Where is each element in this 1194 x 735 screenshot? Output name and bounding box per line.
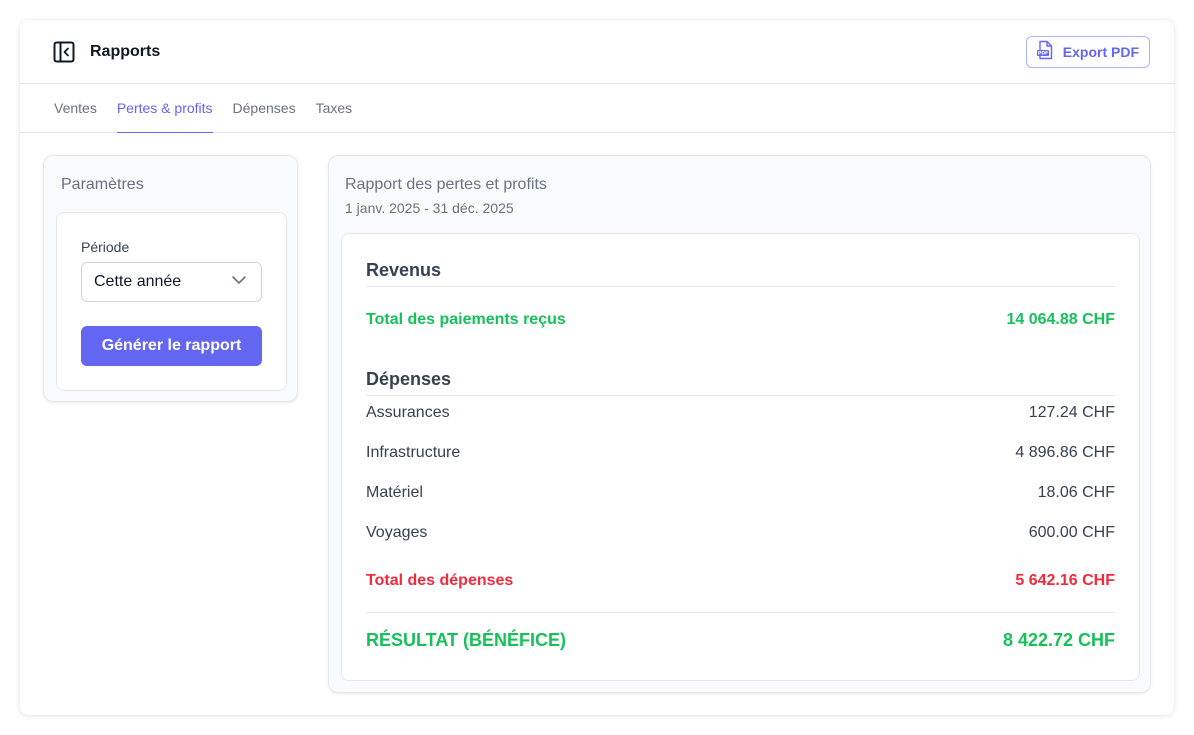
expense-row: Voyages 600.00 CHF xyxy=(366,524,1115,542)
tab-taxes[interactable]: Taxes xyxy=(316,84,353,133)
expense-row: Matériel 18.06 CHF xyxy=(366,484,1115,502)
svg-text:PDF: PDF xyxy=(1038,51,1048,57)
result-label: RÉSULTAT (BÉNÉFICE) xyxy=(366,630,566,650)
revenue-total-label: Total des paiements reçus xyxy=(366,311,566,328)
tab-ventes[interactable]: Ventes xyxy=(54,84,97,133)
expense-label: Infrastructure xyxy=(366,444,461,461)
parameters-panel: Paramètres Période Cette année Générer l… xyxy=(43,155,298,402)
expense-label: Matériel xyxy=(366,484,423,501)
tab-pertes-profits[interactable]: Pertes & profits xyxy=(116,84,213,133)
expenses-total-row: Total des dépenses 5 642.16 CHF xyxy=(366,572,1115,590)
result-divider xyxy=(366,612,1115,613)
tab-depenses[interactable]: Dépenses xyxy=(233,84,296,133)
expense-label: Voyages xyxy=(366,524,428,541)
report-tabs: Ventes Pertes & profits Dépenses Taxes xyxy=(20,84,1174,133)
report-body: Revenus Total des paiements reçus 14 064… xyxy=(341,233,1140,681)
expense-label: Assurances xyxy=(366,404,450,421)
revenue-total-value: 14 064.88 CHF xyxy=(1006,311,1115,328)
generate-report-button[interactable]: Générer le rapport xyxy=(81,326,262,366)
result-value: 8 422.72 CHF xyxy=(1002,630,1115,650)
expense-value: 18.06 CHF xyxy=(1037,484,1115,501)
parameters-form: Période Cette année Générer le rapport xyxy=(56,212,287,391)
sidebar-collapse-icon[interactable] xyxy=(52,40,76,64)
reports-window: Rapports PDF Export PDF Ventes Pertes & … xyxy=(20,20,1174,715)
period-label: Période xyxy=(81,239,130,255)
header: Rapports PDF Export PDF xyxy=(20,20,1174,84)
expense-value: 127.24 CHF xyxy=(1028,404,1115,421)
revenue-heading: Revenus xyxy=(366,260,1115,287)
expense-row: Infrastructure 4 896.86 CHF xyxy=(366,444,1115,462)
report-title: Rapport des pertes et profits xyxy=(345,176,547,193)
export-pdf-button[interactable]: PDF Export PDF xyxy=(1025,35,1150,68)
page-title: Rapports xyxy=(90,42,161,60)
expenses-heading: Dépenses xyxy=(366,369,1115,396)
pdf-file-icon: PDF xyxy=(1035,40,1055,63)
report-date-range: 1 janv. 2025 - 31 déc. 2025 xyxy=(345,200,514,216)
profit-loss-report: Rapport des pertes et profits 1 janv. 20… xyxy=(328,155,1151,693)
expenses-total-value: 5 642.16 CHF xyxy=(1015,572,1115,589)
period-select[interactable]: Cette année xyxy=(81,262,262,302)
chevron-down-icon xyxy=(231,272,247,293)
parameters-title: Paramètres xyxy=(61,176,144,193)
expense-row: Assurances 127.24 CHF xyxy=(366,404,1115,422)
header-left: Rapports xyxy=(52,40,160,64)
result-row: RÉSULTAT (BÉNÉFICE) 8 422.72 CHF xyxy=(366,630,1115,651)
export-pdf-label: Export PDF xyxy=(1062,43,1139,60)
period-select-value: Cette année xyxy=(94,273,182,290)
expense-value: 600.00 CHF xyxy=(1028,524,1115,541)
expenses-total-label: Total des dépenses xyxy=(366,572,514,589)
revenue-total-row: Total des paiements reçus 14 064.88 CHF xyxy=(366,311,1115,329)
expense-value: 4 896.86 CHF xyxy=(1015,444,1115,461)
